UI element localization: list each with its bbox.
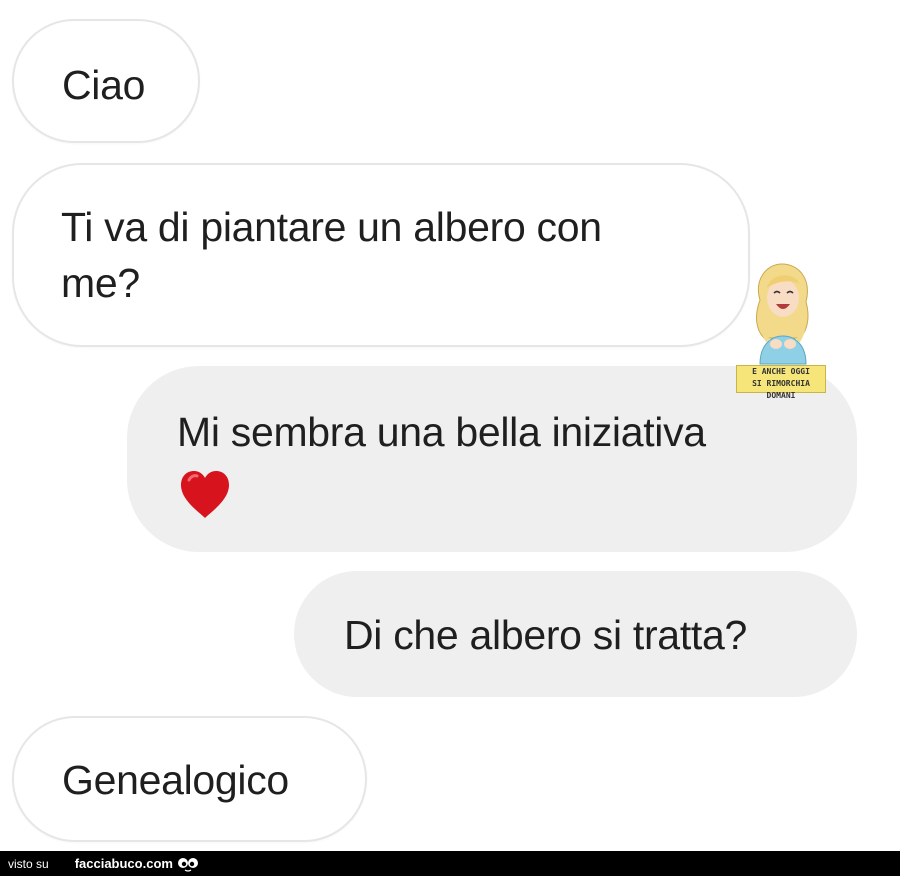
footer-brand-link[interactable]: facciabuco.com: [75, 856, 173, 871]
watermark-footer: visto su facciabuco.com: [0, 851, 900, 876]
eyes-logo-icon: [177, 857, 198, 872]
chat-thread: Ciao Ti va di piantare un albero con me?…: [0, 0, 900, 851]
message-bubble-outgoing[interactable]: Di che albero si tratta?: [294, 571, 857, 697]
message-text: Di che albero si tratta?: [344, 612, 748, 658]
message-text: Genealogico: [62, 757, 289, 803]
message-text-line2: me?: [61, 260, 140, 306]
message-bubble-incoming[interactable]: Ciao: [12, 19, 200, 143]
message-bubble-incoming[interactable]: Ti va di piantare un albero con me?: [12, 163, 750, 347]
sticker-caption-line2: SI RIMORCHIA DOMANI: [752, 379, 810, 400]
sticker-caption: E ANCHE OGGI SI RIMORCHIA DOMANI: [736, 365, 826, 400]
heart-icon: [181, 471, 229, 518]
footer-visto-label: visto su: [8, 856, 49, 871]
message-text: Mi sembra una bella iniziativa: [177, 409, 706, 455]
message-text: Ciao: [62, 62, 146, 108]
message-bubble-incoming[interactable]: Genealogico: [12, 716, 367, 842]
sticker-caption-line1: E ANCHE OGGI: [752, 367, 810, 376]
message-text-line1: Ti va di piantare un albero con: [61, 204, 602, 250]
